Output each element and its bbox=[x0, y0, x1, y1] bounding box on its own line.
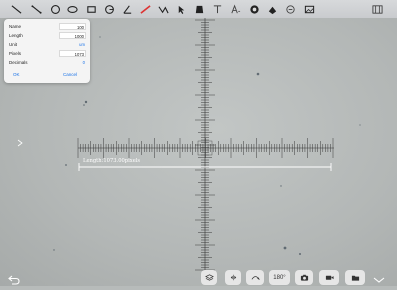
unit-field[interactable]: um bbox=[59, 41, 86, 48]
unit-label: Unit bbox=[9, 42, 18, 47]
color-picker-icon[interactable] bbox=[248, 3, 260, 15]
rectangle-icon[interactable] bbox=[85, 3, 97, 15]
color-fill-icon[interactable] bbox=[266, 3, 278, 15]
arrow-icon[interactable] bbox=[175, 3, 187, 15]
top-toolbar bbox=[0, 0, 397, 18]
decimals-field[interactable]: 0 bbox=[59, 59, 86, 66]
length-row: Length 1000 bbox=[9, 32, 86, 40]
pixels-field[interactable]: 1073 bbox=[59, 50, 86, 57]
camera-icon[interactable] bbox=[295, 270, 313, 285]
name-field[interactable]: 100 bbox=[59, 23, 86, 30]
pixels-label: Pixels bbox=[9, 51, 22, 56]
folder-icon[interactable] bbox=[345, 270, 365, 285]
length-label: Length bbox=[9, 33, 23, 38]
collapse-chevron-icon[interactable] bbox=[372, 272, 386, 283]
flip-vertical-icon[interactable] bbox=[246, 270, 264, 285]
calibration-panel: Name 100 Length 1000 Unit um Pixels 1073… bbox=[4, 19, 90, 83]
cancel-button[interactable]: Cancel bbox=[63, 72, 77, 77]
ellipse-icon[interactable] bbox=[66, 3, 78, 15]
undo-icon[interactable] bbox=[8, 272, 20, 285]
circle-icon[interactable] bbox=[49, 3, 61, 15]
measurement-label: Length:1073.00pixels bbox=[83, 158, 141, 164]
line-endpoints-icon[interactable] bbox=[30, 3, 42, 15]
ruler-icon[interactable] bbox=[139, 3, 151, 15]
length-field[interactable]: 1000 bbox=[59, 32, 86, 39]
text-format-icon[interactable] bbox=[229, 3, 241, 15]
rotate-180-button[interactable]: 180° bbox=[269, 270, 290, 285]
fill-icon[interactable] bbox=[193, 3, 205, 15]
grid-icon[interactable] bbox=[371, 3, 383, 15]
text-icon[interactable] bbox=[211, 3, 223, 15]
video-icon[interactable] bbox=[319, 270, 339, 285]
decimals-row: Decimals 0 bbox=[9, 59, 86, 67]
angle-icon[interactable] bbox=[121, 3, 133, 15]
layers-icon[interactable] bbox=[201, 270, 217, 285]
ok-button[interactable]: OK bbox=[13, 72, 20, 77]
decimals-label: Decimals bbox=[9, 60, 28, 65]
image-icon[interactable] bbox=[303, 3, 315, 15]
unit-row: Unit um bbox=[9, 41, 86, 49]
name-row: Name 100 bbox=[9, 23, 86, 31]
name-label: Name bbox=[9, 24, 22, 29]
polyline-icon[interactable] bbox=[157, 3, 169, 15]
flip-horizontal-icon[interactable] bbox=[225, 270, 241, 285]
arc-icon[interactable] bbox=[103, 3, 115, 15]
pixels-row: Pixels 1073 bbox=[9, 50, 86, 58]
line-icon[interactable] bbox=[10, 3, 22, 15]
eraser-icon[interactable] bbox=[284, 3, 296, 15]
